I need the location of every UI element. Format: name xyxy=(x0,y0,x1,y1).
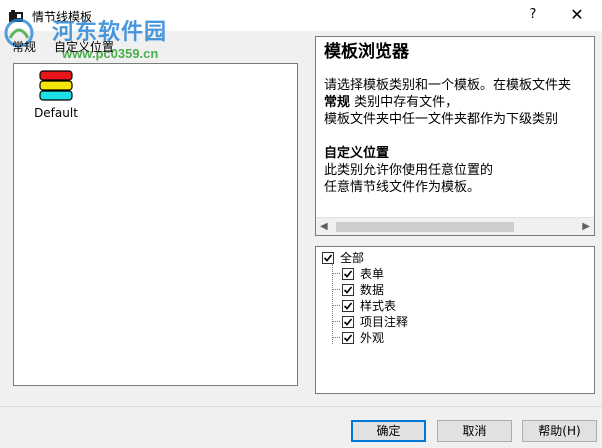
window-title: 情节线模板 xyxy=(32,10,93,24)
scroll-right-arrow-icon[interactable]: ▶ xyxy=(582,221,590,232)
tree-label: 表单 xyxy=(360,267,385,281)
checkbox-appearance[interactable] xyxy=(342,332,354,344)
check-icon xyxy=(343,318,353,326)
scroll-left-arrow-icon[interactable]: ◀ xyxy=(320,221,328,232)
template-browser: 模板浏览器 请选择模板类别和一个模板。在模板文件夹 常规 类别中存有文件， 模板… xyxy=(315,36,595,236)
browser-line: 常规 类别中存有文件， xyxy=(324,95,459,110)
footer-separator xyxy=(0,406,602,407)
tree-label: 数据 xyxy=(360,283,385,297)
tree-label: 全部 xyxy=(340,251,365,265)
check-icon xyxy=(343,302,353,310)
help-button[interactable]: 帮助(H) xyxy=(522,420,597,442)
scrollbar-thumb[interactable] xyxy=(336,222,514,232)
checkbox-stylesheet[interactable] xyxy=(342,300,354,312)
template-icon xyxy=(39,70,73,101)
browser-line: 模板文件夹中任一文件夹都作为下级类别 xyxy=(324,112,559,127)
browser-content: 模板浏览器 请选择模板类别和一个模板。在模板文件夹 常规 类别中存有文件， 模板… xyxy=(324,41,594,196)
tree-connector xyxy=(332,264,333,344)
checkbox-project-notes[interactable] xyxy=(342,316,354,328)
template-list[interactable]: Default xyxy=(13,63,298,386)
browser-line: 此类别允许你使用任意位置的 xyxy=(324,163,494,178)
horizontal-scrollbar[interactable]: ◀ ▶ xyxy=(316,217,594,235)
browser-section-title: 自定义位置 xyxy=(324,146,390,161)
ok-button[interactable]: 确定 xyxy=(351,420,426,442)
tree-label: 样式表 xyxy=(360,299,397,313)
close-button[interactable]: ✕ xyxy=(562,4,592,26)
checkbox-all[interactable] xyxy=(322,252,334,264)
help-title-button[interactable]: ? xyxy=(518,4,548,26)
check-icon xyxy=(343,286,353,294)
check-icon xyxy=(343,334,353,342)
browser-heading: 模板浏览器 xyxy=(324,42,409,62)
title-bar: 情节线模板 ? ✕ xyxy=(0,0,602,31)
template-label: Default xyxy=(34,106,78,120)
template-item-default[interactable]: Default xyxy=(26,68,86,124)
tree-label: 外观 xyxy=(360,331,385,345)
category-tree: 全部 表单 数据 样式表 项目注释 外观 xyxy=(315,246,595,394)
checkbox-data[interactable] xyxy=(342,284,354,296)
cancel-button[interactable]: 取消 xyxy=(437,420,512,442)
tab-custom-location[interactable]: 自定义位置 xyxy=(48,36,120,58)
app-icon xyxy=(9,10,23,22)
check-icon xyxy=(323,254,333,262)
browser-line: 任意情节线文件作为模板。 xyxy=(324,180,481,195)
browser-line: 请选择模板类别和一个模板。在模板文件夹 xyxy=(324,78,572,93)
checkbox-forms[interactable] xyxy=(342,268,354,280)
tab-general[interactable]: 常规 xyxy=(6,36,42,58)
check-icon xyxy=(343,270,353,278)
tree-label: 项目注释 xyxy=(360,315,409,329)
